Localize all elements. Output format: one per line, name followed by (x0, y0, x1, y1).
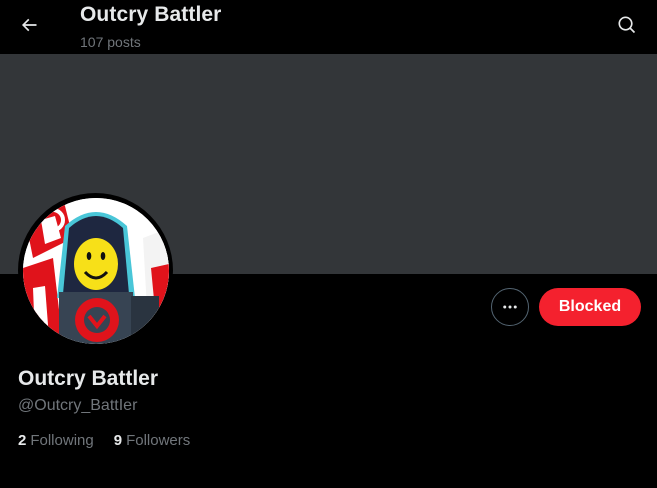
search-icon (618, 16, 636, 34)
blocked-button[interactable]: Blocked (539, 288, 641, 326)
followers-link[interactable]: 9 Followers (114, 432, 191, 449)
avatar[interactable] (22, 197, 169, 344)
avatar-frame (18, 193, 173, 348)
following-link[interactable]: 2 Following (18, 432, 94, 449)
header-title: Outcry Battler (80, 3, 222, 26)
more-options-button[interactable] (491, 288, 529, 326)
header-title-group: Outcry Battler 107 posts (80, 2, 221, 52)
back-button[interactable] (12, 8, 46, 42)
search-button[interactable] (611, 9, 643, 41)
follow-stats: 2 Following 9 Followers (18, 432, 190, 449)
arrow-left-icon (21, 18, 37, 32)
following-count: 2 (18, 432, 27, 449)
avatar-image (22, 197, 169, 344)
followers-count: 9 (113, 432, 123, 449)
more-horizontal-icon (503, 305, 517, 309)
profile-header: Outcry Battler 107 posts (0, 0, 657, 54)
following-label: Following (30, 432, 94, 449)
user-handle: @Outcry_BattIer (18, 397, 138, 414)
display-name: Outcry Battler (18, 367, 159, 390)
posts-count: 107 posts (80, 34, 141, 50)
followers-label: Followers (126, 432, 191, 449)
